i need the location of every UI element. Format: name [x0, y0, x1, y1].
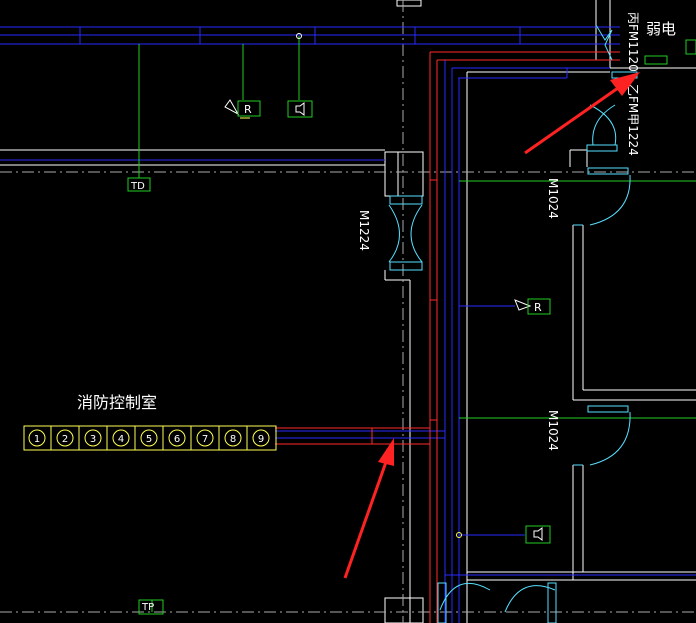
door-fm1120-label: 丙FM1120 [626, 12, 640, 72]
annotation-arrow-lower [343, 438, 394, 579]
door-frame [389, 195, 423, 205]
terminal-number: 1 [34, 434, 40, 445]
r-label: R [244, 103, 252, 116]
top-right-device [685, 39, 696, 55]
terminal-number: 8 [230, 434, 236, 445]
door-fm1224-label: 乙FM甲1224 [626, 84, 640, 156]
terminal-number: 5 [146, 434, 152, 445]
doors [388, 24, 638, 623]
terminal-number: 3 [90, 434, 96, 445]
weak-current-label: 弱电 [646, 20, 676, 38]
door-m1224-label: M1224 [357, 210, 371, 251]
R-device-icon: R [514, 298, 551, 315]
terminal-number: 6 [174, 434, 180, 445]
green-lines [138, 36, 696, 612]
terminal-number: 7 [202, 434, 208, 445]
td-label: TD [130, 181, 145, 192]
blue-pipes [0, 26, 696, 623]
td-box: TD [127, 177, 151, 192]
red-pipes [275, 51, 620, 623]
door-frame [389, 261, 423, 271]
fire-control-room-label: 消防控制室 [77, 393, 157, 412]
speaker-icon [525, 525, 551, 544]
tp-label: TP [141, 602, 154, 613]
door-swing [388, 204, 400, 263]
r-label: R [534, 301, 542, 314]
walls [0, 0, 696, 623]
R-device-icon: R [224, 99, 261, 119]
terminal-number: 2 [62, 434, 68, 445]
door-m1024-upper-label: M1024 [546, 178, 560, 219]
weak-current-box [644, 55, 668, 65]
annotation-arrow-upper [524, 72, 640, 155]
terminal-number: 9 [258, 434, 264, 445]
cad-floor-plan: R TD TP R 123456789 弱电 丙FM1120 乙FM甲1224 … [0, 0, 696, 623]
axis-lines [0, 0, 696, 623]
door-m1024-lower-label: M1024 [546, 410, 560, 451]
terminal-number: 4 [118, 434, 124, 445]
speaker-icon [287, 100, 313, 118]
terminal-strip: 1 2 3 4 5 6 7 8 9 [23, 425, 277, 451]
door-swing [410, 204, 423, 263]
